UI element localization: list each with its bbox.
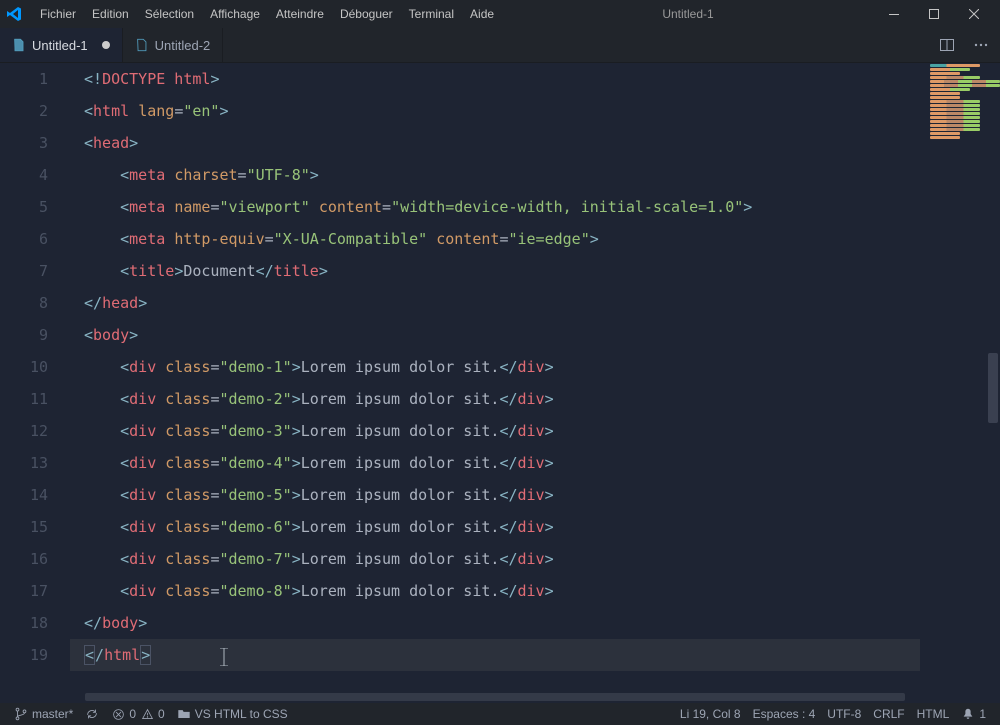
code-line[interactable]: <div class="demo-3">Lorem ipsum dolor si… — [70, 415, 920, 447]
menu-atteindre[interactable]: Atteindre — [268, 0, 332, 28]
file-icon — [12, 38, 26, 52]
problems[interactable]: 0 0 — [105, 703, 170, 725]
folder-icon — [177, 707, 191, 721]
error-count: 0 — [129, 707, 136, 721]
tabbar: Untitled-1 Untitled-2 — [0, 28, 1000, 63]
line-number: 16 — [0, 543, 48, 575]
code-line[interactable]: <meta charset="UTF-8"> — [70, 159, 920, 191]
menu-edition[interactable]: Edition — [84, 0, 137, 28]
window-title: Untitled-1 — [502, 7, 874, 21]
encoding[interactable]: UTF-8 — [821, 703, 867, 725]
sync-icon — [85, 707, 99, 721]
split-editor-icon[interactable] — [936, 34, 958, 56]
folder[interactable]: VS HTML to CSS — [171, 703, 294, 725]
line-number: 8 — [0, 287, 48, 319]
text-cursor-icon — [220, 645, 222, 663]
code-area[interactable]: <!DOCTYPE html><html lang="en"><head> <m… — [70, 63, 920, 703]
editor[interactable]: 12345678910111213141516171819 <!DOCTYPE … — [0, 63, 920, 703]
line-number: 13 — [0, 447, 48, 479]
folder-name: VS HTML to CSS — [195, 707, 288, 721]
scroll-thumb[interactable] — [85, 693, 905, 701]
window-close-icon[interactable] — [954, 0, 994, 28]
git-branch-icon — [14, 707, 28, 721]
statusbar: master* 0 0 VS HTML to CSS Li 19, Col 8 … — [0, 703, 1000, 725]
code-line[interactable]: <meta name="viewport" content="width=dev… — [70, 191, 920, 223]
vertical-scrollbar[interactable] — [986, 63, 1000, 703]
menu-selection[interactable]: Sélection — [137, 0, 202, 28]
line-number: 9 — [0, 319, 48, 351]
code-line[interactable]: <meta http-equiv="X-UA-Compatible" conte… — [70, 223, 920, 255]
git-branch[interactable]: master* — [8, 703, 79, 725]
language-mode[interactable]: HTML — [911, 703, 956, 725]
line-number: 2 — [0, 95, 48, 127]
menu-deboguer[interactable]: Déboguer — [332, 0, 401, 28]
line-gutter: 12345678910111213141516171819 — [0, 63, 70, 703]
code-line[interactable]: <div class="demo-5">Lorem ipsum dolor si… — [70, 479, 920, 511]
line-number: 5 — [0, 191, 48, 223]
file-icon — [135, 38, 149, 52]
code-line[interactable]: <div class="demo-8">Lorem ipsum dolor si… — [70, 575, 920, 607]
code-line[interactable]: <div class="demo-4">Lorem ipsum dolor si… — [70, 447, 920, 479]
code-line[interactable]: <head> — [70, 127, 920, 159]
minimap[interactable] — [924, 63, 986, 133]
line-number: 17 — [0, 575, 48, 607]
code-line[interactable]: <div class="demo-6">Lorem ipsum dolor si… — [70, 511, 920, 543]
horizontal-scrollbar[interactable] — [85, 691, 986, 703]
vscode-logo-icon — [6, 6, 22, 22]
error-icon — [111, 707, 125, 721]
line-number: 6 — [0, 223, 48, 255]
code-line[interactable]: <div class="demo-7">Lorem ipsum dolor si… — [70, 543, 920, 575]
more-actions-icon[interactable] — [970, 34, 992, 56]
indentation[interactable]: Espaces : 4 — [747, 703, 822, 725]
tab-untitled-2[interactable]: Untitled-2 — [123, 28, 224, 62]
tab-untitled-1[interactable]: Untitled-1 — [0, 28, 123, 62]
menu-terminal[interactable]: Terminal — [401, 0, 462, 28]
code-line[interactable]: <div class="demo-2">Lorem ipsum dolor si… — [70, 383, 920, 415]
code-line[interactable]: <html lang="en"> — [70, 95, 920, 127]
line-number: 1 — [0, 63, 48, 95]
line-number: 10 — [0, 351, 48, 383]
sync-button[interactable] — [79, 703, 105, 725]
warning-count: 0 — [158, 707, 165, 721]
line-number: 4 — [0, 159, 48, 191]
menu-aide[interactable]: Aide — [462, 0, 502, 28]
tab-label: Untitled-2 — [155, 38, 211, 53]
line-number: 18 — [0, 607, 48, 639]
line-number: 14 — [0, 479, 48, 511]
line-number: 12 — [0, 415, 48, 447]
code-line[interactable]: </head> — [70, 287, 920, 319]
dirty-indicator-icon — [102, 41, 110, 49]
code-line[interactable]: <title>Document</title> — [70, 255, 920, 287]
titlebar: Fichier Edition Sélection Affichage Atte… — [0, 0, 1000, 28]
window-minimize-icon[interactable] — [874, 0, 914, 28]
line-number: 7 — [0, 255, 48, 287]
line-number: 15 — [0, 511, 48, 543]
eol[interactable]: CRLF — [867, 703, 910, 725]
notification-count: 1 — [979, 707, 986, 721]
code-line[interactable]: <div class="demo-1">Lorem ipsum dolor si… — [70, 351, 920, 383]
scroll-thumb[interactable] — [988, 353, 998, 423]
line-number: 19 — [0, 639, 48, 671]
code-line[interactable]: <body> — [70, 319, 920, 351]
cursor-position[interactable]: Li 19, Col 8 — [674, 703, 747, 725]
menu-affichage[interactable]: Affichage — [202, 0, 268, 28]
line-number: 11 — [0, 383, 48, 415]
tab-label: Untitled-1 — [32, 38, 88, 53]
code-line[interactable]: </body> — [70, 607, 920, 639]
bell-icon — [961, 707, 975, 721]
line-number: 3 — [0, 127, 48, 159]
notifications[interactable]: 1 — [955, 703, 992, 725]
window-maximize-icon[interactable] — [914, 0, 954, 28]
menu-fichier[interactable]: Fichier — [32, 0, 84, 28]
warning-icon — [140, 707, 154, 721]
code-line[interactable]: <!DOCTYPE html> — [70, 63, 920, 95]
branch-name: master* — [32, 707, 73, 721]
code-line[interactable]: </html> — [70, 639, 920, 671]
